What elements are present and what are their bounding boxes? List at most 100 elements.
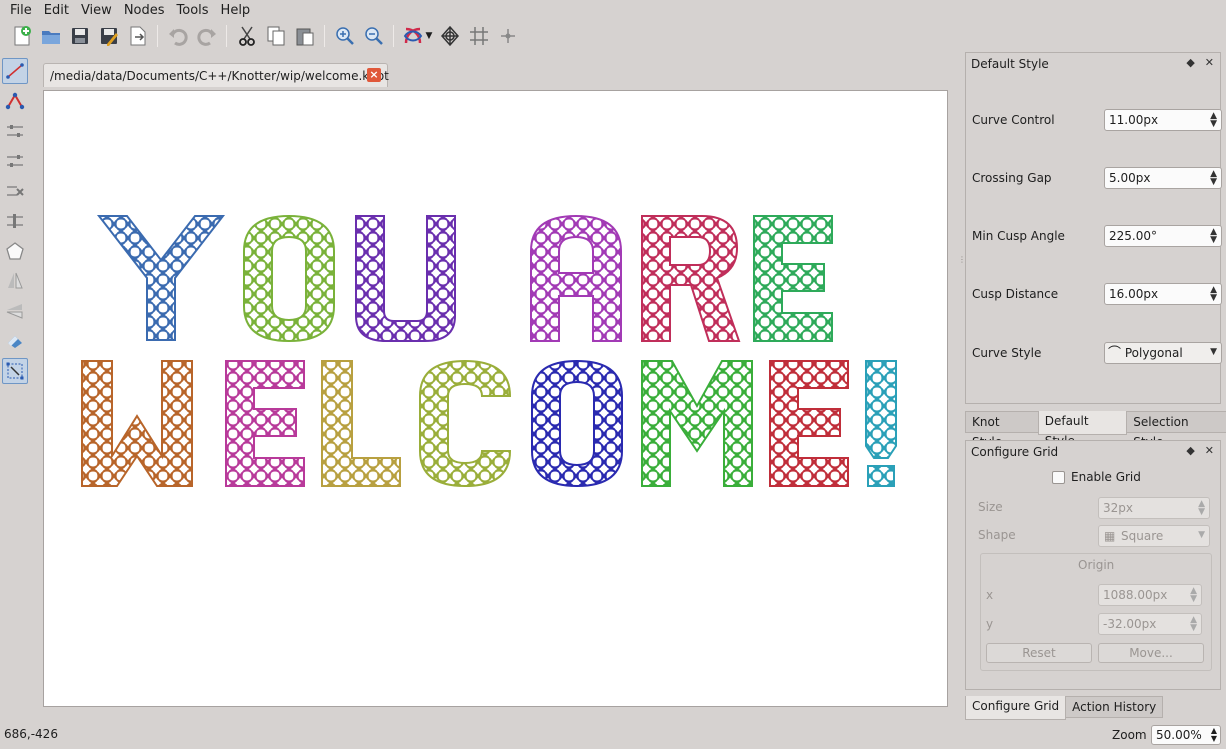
- spin-arrows-icon[interactable]: ▲ ▼: [1210, 228, 1217, 245]
- knot-style-icon[interactable]: ▼: [400, 23, 434, 49]
- menu-file[interactable]: File: [4, 0, 38, 22]
- new-file-icon[interactable]: [8, 23, 35, 49]
- zoom-out-icon[interactable]: [360, 23, 387, 49]
- chevron-down-icon[interactable]: ▼: [1210, 348, 1217, 357]
- spin-arrows-icon: ▲ ▼: [1198, 499, 1205, 517]
- grid-history-tabs: Configure Grid Action History: [965, 696, 1164, 720]
- node-arrange-icon[interactable]: [2, 208, 28, 234]
- curve-control-label: Curve Control: [972, 113, 1055, 127]
- origin-y-label: y: [986, 617, 994, 631]
- node-distribute-icon[interactable]: [2, 148, 28, 174]
- spin-arrows-icon[interactable]: ▲ ▼: [1211, 727, 1217, 743]
- menu-bar: File Edit View Nodes Tools Help: [0, 0, 1226, 22]
- copy-icon[interactable]: [262, 23, 289, 49]
- save-icon[interactable]: [66, 23, 93, 49]
- curve-control-spinbox[interactable]: 11.00px ▲ ▼: [1104, 109, 1222, 131]
- cusp-distance-label: Cusp Distance: [972, 287, 1059, 301]
- knot-letter-W[interactable]: [81, 360, 193, 487]
- knot-letter-E[interactable]: [753, 215, 833, 342]
- toolbar-separator: [393, 25, 394, 47]
- knot-letter-O[interactable]: [243, 214, 335, 343]
- mirror-vertical-icon[interactable]: [2, 298, 28, 324]
- redo-icon[interactable]: [193, 23, 220, 49]
- grid-size-spinbox[interactable]: 32px ▲ ▼: [1098, 497, 1210, 519]
- spin-arrows-icon: ▲ ▼: [1190, 586, 1197, 604]
- knot-letter-exclamation[interactable]: [865, 360, 897, 487]
- grid-shape-select[interactable]: ▦ Square ▼: [1098, 525, 1210, 547]
- select-icon[interactable]: [2, 358, 28, 384]
- dock-splitter-handle[interactable]: ⋮: [958, 255, 966, 265]
- spin-arrows-icon[interactable]: ▲ ▼: [1210, 112, 1217, 129]
- cusp-distance-spinbox[interactable]: 16.00px ▲ ▼: [1104, 283, 1222, 305]
- tab-default-style[interactable]: Default Style: [1037, 411, 1128, 448]
- close-icon[interactable]: ✕: [1205, 56, 1214, 69]
- tab-knot-style[interactable]: Knot Style: [965, 411, 1039, 449]
- enable-grid-checkbox[interactable]: [1052, 470, 1065, 484]
- node-align-icon[interactable]: [2, 118, 28, 144]
- tab-selection-style[interactable]: Selection Style: [1126, 411, 1226, 449]
- menu-help[interactable]: Help: [215, 0, 257, 22]
- undo-icon[interactable]: [164, 23, 191, 49]
- zoom-in-icon[interactable]: [331, 23, 358, 49]
- snap-icon[interactable]: [494, 23, 521, 49]
- cut-icon[interactable]: [233, 23, 260, 49]
- cusp-shape-icon: ⌒: [1108, 346, 1122, 361]
- document-tab[interactable]: /media/data/Documents/C++/Knotter/wip/we…: [43, 63, 389, 87]
- tab-action-history[interactable]: Action History: [1065, 696, 1164, 718]
- export-icon[interactable]: [124, 23, 151, 49]
- close-icon[interactable]: ✕: [1205, 444, 1214, 457]
- origin-y-spinbox[interactable]: -32.00px ▲ ▼: [1098, 613, 1202, 635]
- panel-title: Default Style ◆ ✕: [966, 53, 1220, 75]
- knot-letter-C[interactable]: [419, 359, 512, 488]
- move-origin-button[interactable]: Move...: [1098, 643, 1204, 663]
- save-as-icon[interactable]: [95, 23, 122, 49]
- float-icon[interactable]: ◆: [1186, 56, 1194, 69]
- knot-canvas[interactable]: [43, 90, 948, 707]
- spin-arrows-icon[interactable]: ▲ ▼: [1210, 286, 1217, 303]
- edit-graph-icon[interactable]: [2, 88, 28, 114]
- style-tabs: Knot Style Default Style Selection Style: [965, 411, 1226, 449]
- grid-size-label: Size: [978, 500, 1003, 514]
- left-tool-bar: [0, 56, 32, 426]
- paste-icon[interactable]: [291, 23, 318, 49]
- crossing-gap-spinbox[interactable]: 5.00px ▲ ▼: [1104, 167, 1222, 189]
- celtic-knot-icon[interactable]: [436, 23, 463, 49]
- main-toolbar: ▼: [0, 22, 960, 50]
- knot-letter-E[interactable]: [225, 360, 305, 487]
- min-cusp-angle-spinbox[interactable]: 225.00° ▲ ▼: [1104, 225, 1222, 247]
- knot-letter-L[interactable]: [321, 360, 401, 487]
- node-remove-icon[interactable]: [2, 178, 28, 204]
- default-style-panel: Default Style ◆ ✕ Curve Control 11.00px ▲…: [965, 52, 1222, 404]
- curve-control-row: Curve Control 11.00px ▲ ▼: [972, 109, 1222, 131]
- menu-tools[interactable]: Tools: [171, 0, 215, 22]
- spin-arrows-icon[interactable]: ▲ ▼: [1210, 170, 1217, 187]
- knot-letter-M[interactable]: [641, 360, 753, 487]
- polygon-icon[interactable]: [2, 238, 28, 264]
- tab-configure-grid[interactable]: Configure Grid: [965, 696, 1067, 720]
- knot-letter-E[interactable]: [769, 360, 849, 487]
- knot-letter-U[interactable]: [355, 215, 456, 342]
- cursor-coordinates: 686,-426: [4, 727, 58, 741]
- menu-view[interactable]: View: [75, 0, 118, 22]
- edit-line-icon[interactable]: [2, 58, 28, 84]
- float-icon[interactable]: ◆: [1186, 444, 1194, 457]
- mirror-horizontal-icon[interactable]: [2, 268, 28, 294]
- erase-icon[interactable]: [2, 328, 28, 354]
- menu-nodes[interactable]: Nodes: [118, 0, 171, 22]
- knot-drawing: [81, 214, 897, 488]
- knot-letter-R[interactable]: [641, 215, 741, 342]
- curve-style-select[interactable]: ⌒ Polygonal ▼: [1104, 342, 1222, 364]
- origin-x-spinbox[interactable]: 1088.00px ▲ ▼: [1098, 584, 1202, 606]
- zoom-label: Zoom: [1112, 728, 1147, 742]
- crossing-gap-label: Crossing Gap: [972, 171, 1052, 185]
- reset-origin-button[interactable]: Reset: [986, 643, 1092, 663]
- grid-icon[interactable]: [465, 23, 492, 49]
- open-file-icon[interactable]: [37, 23, 64, 49]
- knot-letter-O[interactable]: [531, 359, 623, 488]
- knot-letter-Y[interactable]: [96, 215, 226, 341]
- chevron-down-icon: ▼: [1198, 530, 1205, 540]
- knot-letter-A[interactable]: [530, 214, 622, 342]
- menu-edit[interactable]: Edit: [38, 0, 75, 22]
- close-icon[interactable]: ×: [367, 68, 381, 82]
- zoom-spinbox[interactable]: 50.00% ▲ ▼: [1151, 725, 1221, 745]
